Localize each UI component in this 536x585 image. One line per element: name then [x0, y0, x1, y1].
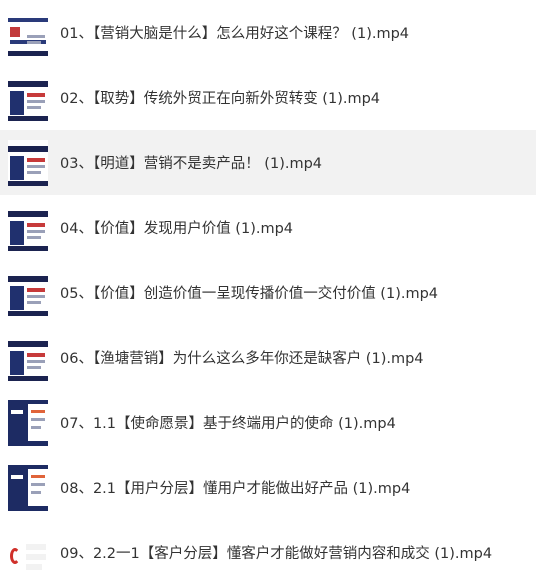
- file-name: 01、【营销大脑是什么】怎么用好这个课程？ (1).mp4: [60, 26, 410, 42]
- file-row[interactable]: 09、2.2一1【客户分层】懂客户才能做好营销内容和成交 (1).mp4: [0, 520, 536, 585]
- file-name: 04、【价值】发现用户价值 (1).mp4: [60, 221, 294, 237]
- file-name: 08、2.1【用户分层】懂用户才能做出好产品 (1).mp4: [60, 481, 411, 497]
- slide-thumbnail-navy: [8, 140, 48, 186]
- file-name: 07、1.1【使命愿景】基于终端用户的使命 (1).mp4: [60, 416, 396, 432]
- file-name: 09、2.2一1【客户分层】懂客户才能做好营销内容和成交 (1).mp4: [60, 546, 493, 562]
- file-row[interactable]: 06、【渔塘营销】为什么这么多年你还是缺客户 (1).mp4: [0, 325, 536, 390]
- slide-thumbnail-navy: [8, 75, 48, 121]
- file-row[interactable]: 04、【价值】发现用户价值 (1).mp4: [0, 195, 536, 260]
- slide-thumbnail-dark: [8, 465, 48, 511]
- file-row[interactable]: 07、1.1【使命愿景】基于终端用户的使命 (1).mp4: [0, 390, 536, 455]
- file-row[interactable]: 05、【价值】创造价值一呈现传播价值一交付价值 (1).mp4: [0, 260, 536, 325]
- slide-thumbnail-navy: [8, 335, 48, 381]
- file-name: 05、【价值】创造价值一呈现传播价值一交付价值 (1).mp4: [60, 286, 439, 302]
- file-row[interactable]: 08、2.1【用户分层】懂用户才能做出好产品 (1).mp4: [0, 455, 536, 520]
- slide-thumbnail-dark: [8, 400, 48, 446]
- slide-thumbnail-navy: [8, 270, 48, 316]
- file-name: 03、【明道】营销不是卖产品！ (1).mp4: [60, 156, 323, 172]
- slide-thumbnail-red-logo: [8, 530, 48, 576]
- slide-thumbnail-title: [8, 10, 48, 56]
- file-list: 01、【营销大脑是什么】怎么用好这个课程？ (1).mp4 02、【取势】传统外…: [0, 0, 536, 576]
- file-row[interactable]: 01、【营销大脑是什么】怎么用好这个课程？ (1).mp4: [0, 0, 536, 65]
- file-row[interactable]: 02、【取势】传统外贸正在向新外贸转变 (1).mp4: [0, 65, 536, 130]
- slide-thumbnail-navy: [8, 205, 48, 251]
- file-name: 06、【渔塘营销】为什么这么多年你还是缺客户 (1).mp4: [60, 351, 424, 367]
- file-name: 02、【取势】传统外贸正在向新外贸转变 (1).mp4: [60, 91, 381, 107]
- file-row-selected[interactable]: 03、【明道】营销不是卖产品！ (1).mp4: [0, 130, 536, 195]
